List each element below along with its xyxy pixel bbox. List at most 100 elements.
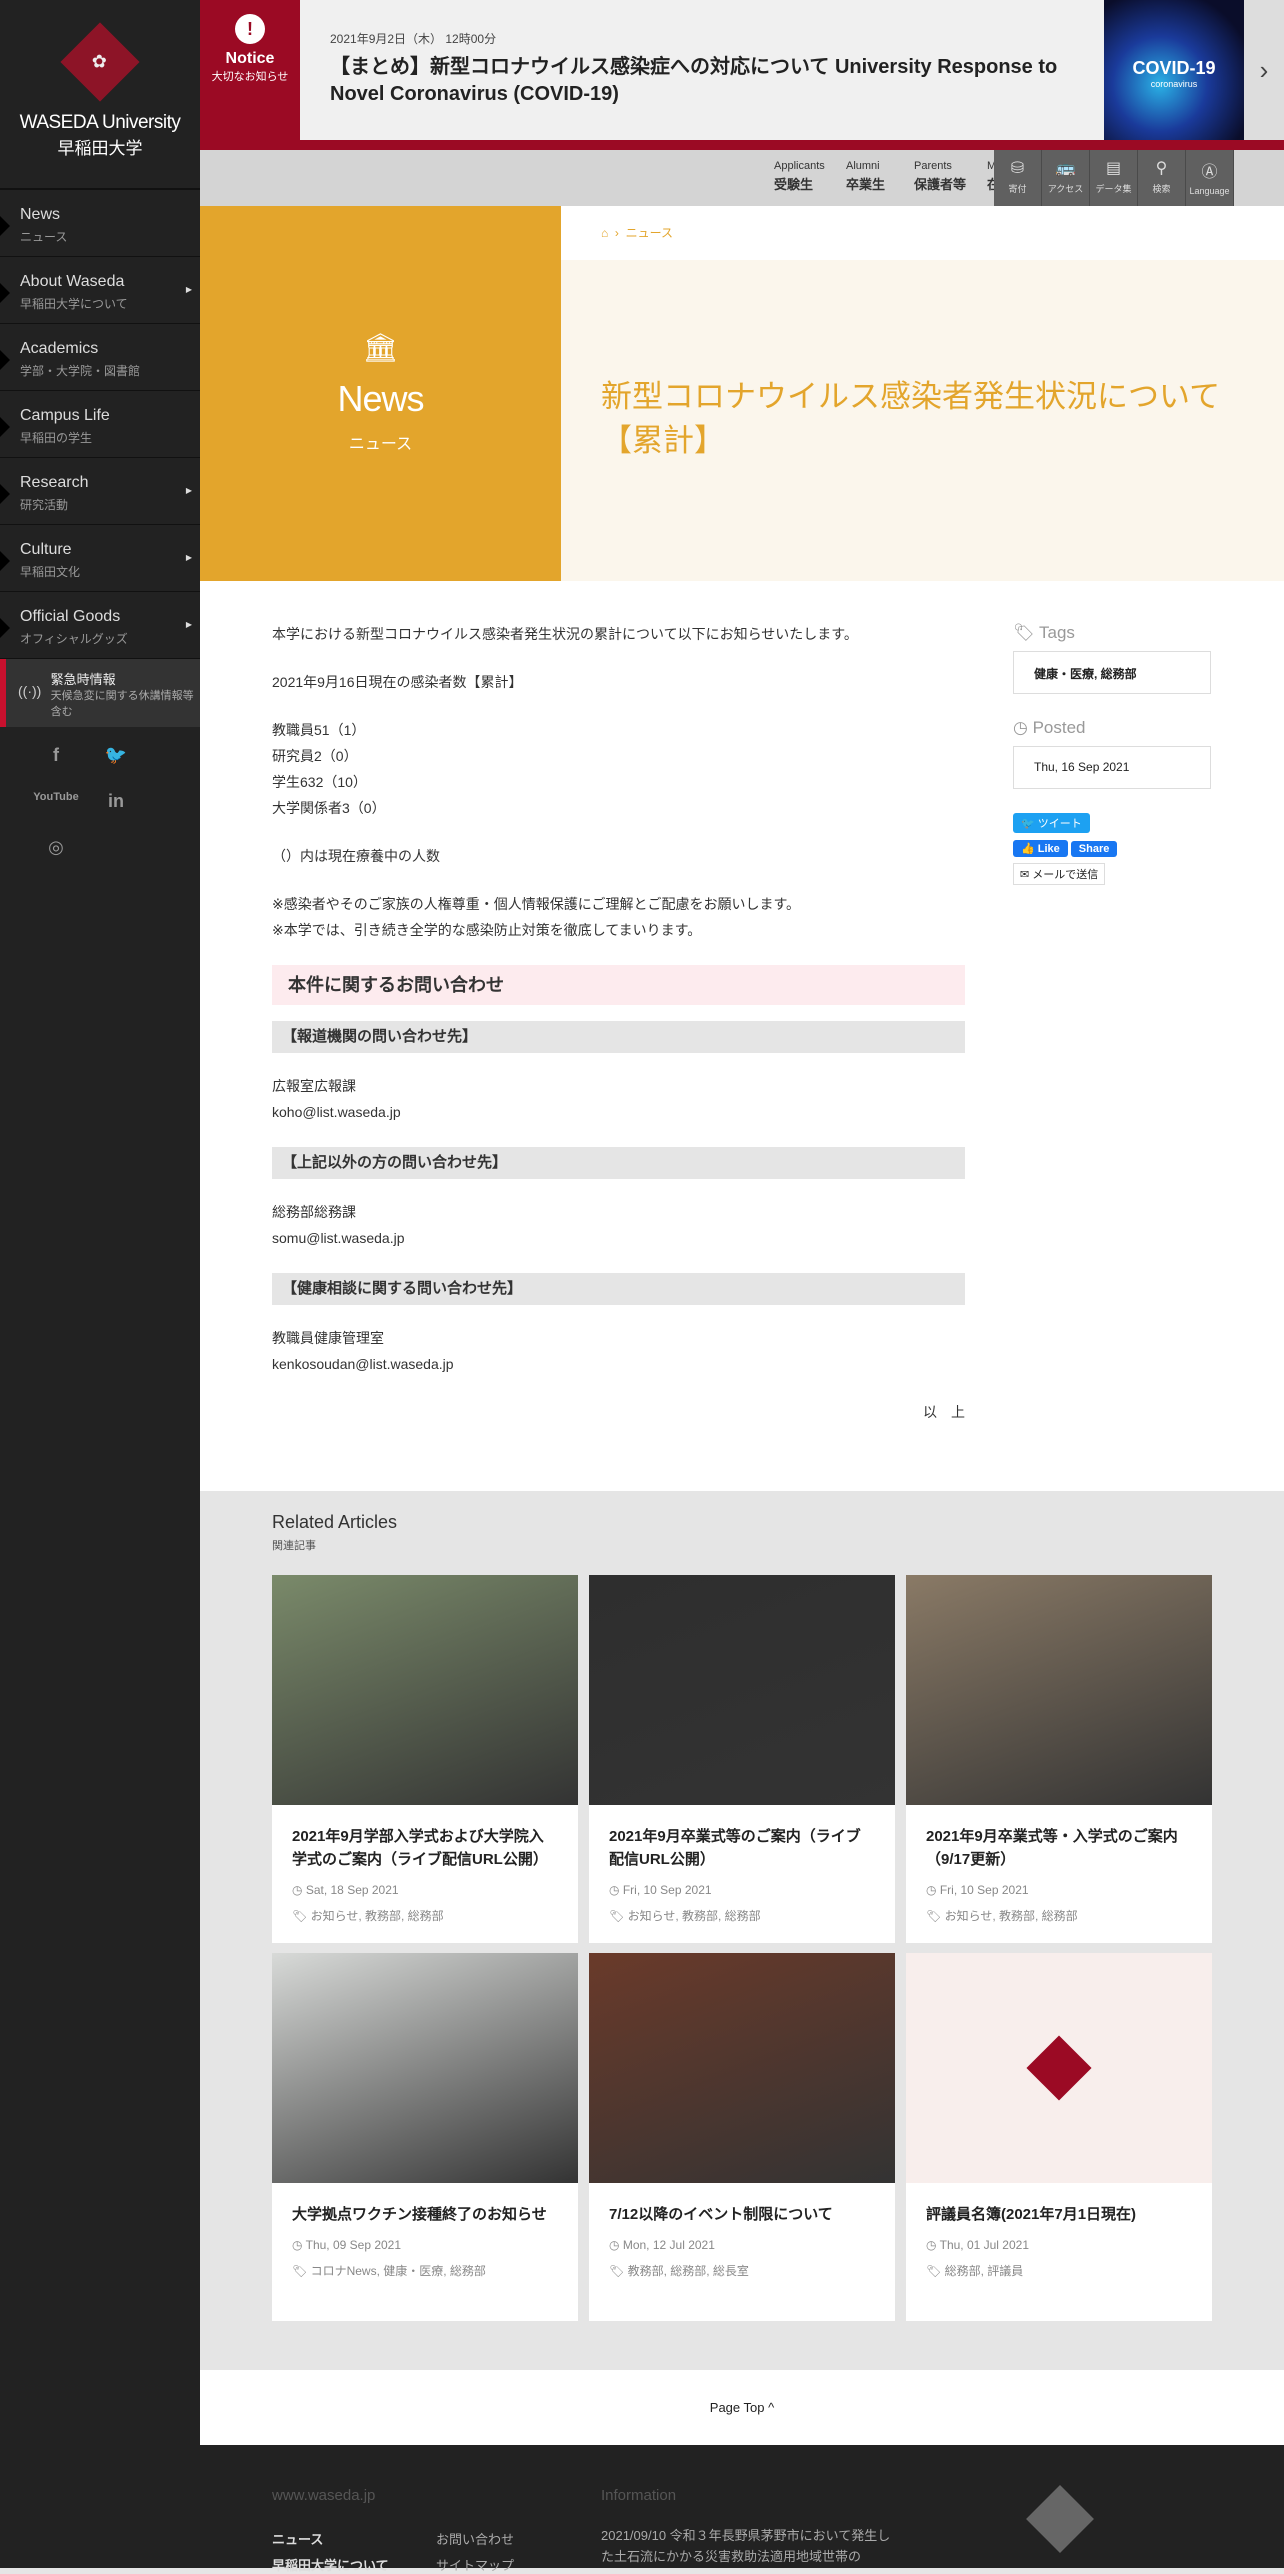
home-icon[interactable]: ⌂	[601, 226, 608, 240]
card-date: Fri, 10 Sep 2021	[939, 1883, 1029, 1897]
footer-link[interactable]: ニュース	[272, 2529, 323, 2548]
clock-icon: ◷	[926, 1883, 937, 1897]
card-date: Mon, 12 Jul 2021	[622, 2238, 715, 2252]
sidebar-item[interactable]: Official Goods オフィシャルグッズ ▶	[0, 592, 200, 659]
sidebar-item[interactable]: Campus Life 早稲田の学生	[0, 391, 200, 458]
footer-link[interactable]: サイトマップ	[436, 2555, 514, 2574]
contact-email[interactable]: kenkosoudan@list.waseda.jp	[272, 1356, 454, 1372]
instagram-icon[interactable]: ◎	[26, 837, 86, 883]
article-meta: 🏷 Tags 健康・医療, 総務部 ◷ Posted Thu, 16 Sep 2…	[1013, 623, 1211, 885]
sidebar-item[interactable]: Research 研究活動 ▶	[0, 458, 200, 525]
footer: www.waseda.jp Information ニュース 早稲田大学について…	[200, 2445, 1284, 2573]
article-thumbnail	[272, 1575, 578, 1805]
clock-icon: ◷	[609, 2238, 620, 2252]
notice-date: 2021年9月2日（木） 12時00分	[330, 32, 497, 46]
card-tags: 教務部, 総務部, 総長室	[627, 2264, 749, 2278]
article-thumbnail	[589, 1953, 895, 2183]
footer-link[interactable]: 早稲田大学について	[272, 2555, 389, 2574]
card-tags: お知らせ, 教務部, 総務部	[310, 1909, 444, 1923]
search-icon: ⚲	[1155, 160, 1168, 177]
tags-box[interactable]: 健康・医療, 総務部	[1013, 651, 1211, 694]
card-tags: お知らせ, 教務部, 総務部	[944, 1909, 1078, 1923]
waseda-logo[interactable]: ✿ WASEDA University 早稲田大学	[0, 0, 200, 190]
tool-button[interactable]: ⛁ 寄付	[994, 150, 1042, 206]
as-of: 2021年9月16日現在の感染者数【累計】	[272, 674, 523, 690]
count-line: 研究員2（0）	[272, 748, 358, 764]
tag-icon: 🏷	[292, 1909, 308, 1923]
notice-divider	[200, 140, 1284, 150]
remark-line: ※感染者やそのご家族の人権尊重・個人情報保護にご理解とご配慮をお願いします。	[272, 896, 801, 912]
waseda-diamond-icon	[1026, 2035, 1092, 2101]
related-card[interactable]: 2021年9月卒業式等のご案内（ライブ配信URL公開） ◷ Fri, 10 Sep…	[589, 1575, 895, 1943]
breadcrumb-news[interactable]: ニュース	[626, 226, 673, 240]
footer-info[interactable]: 2021/09/10 令和３年長野県茅野市において発生した土石流にかかる災害救助…	[601, 2525, 891, 2567]
count-line: 学生632（10）	[272, 774, 367, 790]
count-line: 教職員51（1）	[272, 722, 366, 738]
youtube-icon[interactable]: YouTube	[26, 791, 86, 837]
article-thumbnail	[906, 1953, 1212, 2183]
related-articles: Related Articles 関連記事 2021年9月学部入学式および大学院…	[272, 1512, 1212, 2321]
contact-email[interactable]: koho@list.waseda.jp	[272, 1104, 401, 1120]
sidebar-item[interactable]: About Waseda 早稲田大学について ▶	[0, 257, 200, 324]
card-title[interactable]: 2021年9月学部入学式および大学院入学式のご案内（ライブ配信URL公開）	[292, 1825, 558, 1871]
related-card[interactable]: 大学拠点ワクチン接種終了のお知らせ ◷ Thu, 09 Sep 2021 🏷 コロナ…	[272, 1953, 578, 2321]
notice-badge: ! Notice 大切なお知らせ	[200, 0, 300, 140]
card-tags: コロナNews, 健康・医療, 総務部	[310, 2264, 486, 2278]
tower-icon: 🏛	[362, 332, 399, 363]
next-arrow-icon[interactable]: ›	[1244, 0, 1284, 140]
top-nav: Applicants受験生Alumni卒業生Parents保護者等MyWased…	[200, 150, 1284, 206]
language-icon: Ⓐ	[1201, 164, 1218, 181]
card-title[interactable]: 評議員名簿(2021年7月1日現在)	[926, 2203, 1192, 2226]
card-title[interactable]: 2021年9月卒業式等のご案内（ライブ配信URL公開）	[609, 1825, 875, 1871]
related-card[interactable]: 評議員名簿(2021年7月1日現在) ◷ Thu, 01 Jul 2021 🏷 総務…	[906, 1953, 1212, 2321]
related-card[interactable]: 7/12以降のイベント制限について ◷ Mon, 12 Jul 2021 🏷 教務部…	[589, 1953, 895, 2321]
footer-logo	[1026, 2485, 1094, 2553]
share-button[interactable]: Share	[1070, 841, 1118, 857]
tag-icon: 🏷	[609, 2264, 625, 2278]
page-top-link[interactable]: Page Top ^	[200, 2370, 1284, 2445]
notice-title[interactable]: 【まとめ】新型コロナウイルス感染症への対応について University Res…	[330, 54, 1110, 108]
card-title[interactable]: 2021年9月卒業式等・入学式のご案内（9/17更新）	[926, 1825, 1192, 1871]
chevron-right-icon: ▶	[185, 285, 192, 294]
broadcast-icon: ((·))	[18, 683, 42, 699]
clock-icon: ◷	[292, 1883, 303, 1897]
tool-button[interactable]: 🚌 アクセス	[1042, 150, 1090, 206]
linkedin-icon[interactable]: in	[86, 791, 146, 837]
related-card[interactable]: 2021年9月学部入学式および大学院入学式のご案内（ライブ配信URL公開） ◷ S…	[272, 1575, 578, 1943]
sidebar-item[interactable]: Culture 早稲田文化 ▶	[0, 525, 200, 592]
clock-icon: ◷	[609, 1883, 620, 1897]
related-card[interactable]: 2021年9月卒業式等・入学式のご案内（9/17更新） ◷ Fri, 10 Sep…	[906, 1575, 1212, 1943]
audience-link[interactable]: Alumni 卒業生	[846, 160, 885, 193]
alert-icon: !	[235, 14, 265, 44]
card-date: Fri, 10 Sep 2021	[622, 1883, 712, 1897]
contact-subheading: 【報道機関の問い合わせ先】	[272, 1021, 965, 1053]
emergency-info-link[interactable]: ((·)) 緊急時情報 天候急変に関する休講情報等含む	[0, 659, 200, 727]
card-title[interactable]: 大学拠点ワクチン接種終了のお知らせ	[292, 2203, 558, 2226]
like-button[interactable]: 👍 Like	[1013, 840, 1068, 857]
sidebar-item[interactable]: News ニュース	[0, 190, 200, 257]
sidebar-item[interactable]: Academics 学部・大学院・図書館	[0, 324, 200, 391]
bus-icon: 🚌	[1055, 160, 1076, 177]
tag-icon: 🏷	[1013, 623, 1035, 642]
mail-button[interactable]: ✉ メールで送信	[1013, 863, 1106, 885]
tool-button[interactable]: ▤ データ集	[1090, 150, 1138, 206]
tool-button[interactable]: Ⓐ Language	[1186, 150, 1234, 206]
contact-email[interactable]: somu@list.waseda.jp	[272, 1230, 405, 1246]
contact-heading: 本件に関するお問い合わせ	[272, 965, 965, 1005]
card-tags: お知らせ, 教務部, 総務部	[627, 1909, 761, 1923]
tweet-button[interactable]: 🐦 ツイート	[1013, 813, 1090, 833]
card-date: Thu, 01 Jul 2021	[939, 2238, 1030, 2252]
audience-link[interactable]: Parents 保護者等	[914, 160, 966, 193]
sidebar: ✿ WASEDA University 早稲田大学 News ニュース About …	[0, 0, 200, 2568]
chevron-right-icon: ▶	[185, 620, 192, 629]
tool-button[interactable]: ⚲ 検索	[1138, 150, 1186, 206]
footer-link[interactable]: お問い合わせ	[436, 2529, 514, 2548]
notice-banner[interactable]: ! Notice 大切なお知らせ 2021年9月2日（木） 12時00分 【まと…	[200, 0, 1284, 140]
audience-link[interactable]: Applicants 受験生	[774, 160, 825, 193]
breadcrumb: ⌂ › ニュース	[561, 206, 1284, 260]
facebook-icon[interactable]: f	[26, 745, 86, 791]
card-title[interactable]: 7/12以降のイベント制限について	[609, 2203, 875, 2226]
twitter-icon[interactable]: 🐦	[86, 745, 146, 791]
clock-icon: ◷	[292, 2238, 303, 2252]
note: （）内は現在療養中の人数	[272, 848, 440, 864]
